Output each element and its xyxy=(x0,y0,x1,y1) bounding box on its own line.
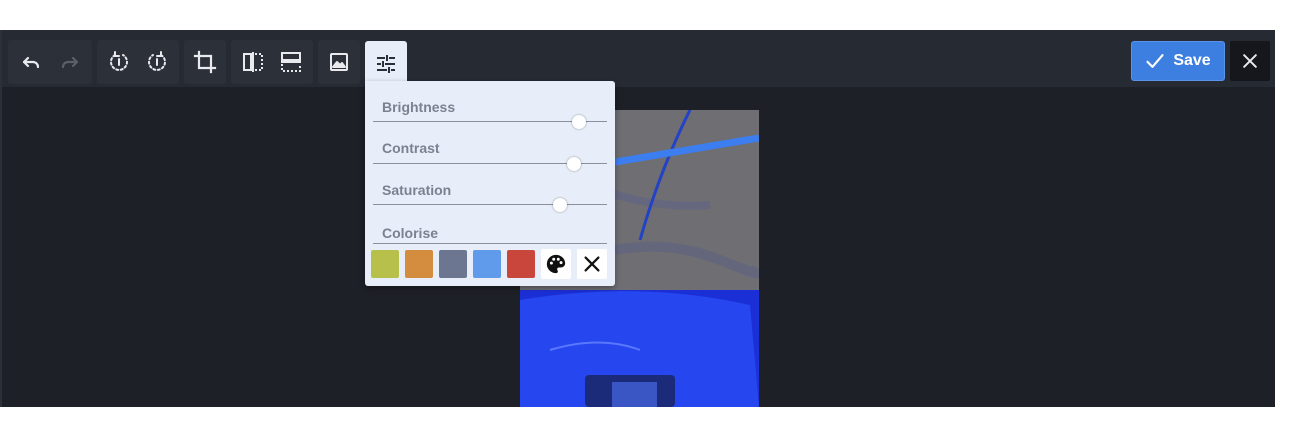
contrast-label: Contrast xyxy=(382,140,440,156)
colorise-swatches xyxy=(371,249,607,279)
flip-horizontal-icon[interactable] xyxy=(234,42,272,82)
crop-icon[interactable] xyxy=(185,42,225,82)
saturation-track xyxy=(373,204,607,205)
swatch-blue[interactable] xyxy=(473,250,501,278)
saturation-thumb[interactable] xyxy=(553,198,568,212)
colorise-label: Colorise xyxy=(382,225,439,241)
editor-toolbar: Save xyxy=(2,30,1275,87)
flip-group xyxy=(231,40,313,84)
close-button[interactable] xyxy=(1230,41,1270,81)
saturation-slider[interactable] xyxy=(373,198,607,212)
adjust-panel: Brightness Contrast Saturation Colorise xyxy=(365,81,615,286)
contrast-slider[interactable] xyxy=(373,157,607,171)
saturation-label: Saturation xyxy=(382,182,452,198)
undo-icon[interactable] xyxy=(11,42,50,82)
image-group xyxy=(318,40,360,84)
swatch-orange[interactable] xyxy=(405,250,433,278)
swatch-slate[interactable] xyxy=(439,250,467,278)
flip-vertical-icon[interactable] xyxy=(272,42,310,82)
brightness-slider[interactable] xyxy=(373,115,607,129)
rotate-left-icon[interactable] xyxy=(100,42,138,82)
brightness-label: Brightness xyxy=(382,99,456,115)
crop-group xyxy=(184,40,226,84)
rotate-right-icon[interactable] xyxy=(138,42,176,82)
redo-icon[interactable] xyxy=(50,42,89,82)
close-icon xyxy=(1243,54,1257,68)
palette-icon[interactable] xyxy=(541,249,571,279)
image-editor: Save Brightness Contrast Saturation Colo… xyxy=(0,30,1275,407)
swatch-red[interactable] xyxy=(507,250,535,278)
check-icon xyxy=(1146,54,1164,68)
history-group xyxy=(8,40,92,84)
save-button[interactable]: Save xyxy=(1131,41,1225,81)
image-icon[interactable] xyxy=(319,42,359,82)
clear-colorise-icon[interactable] xyxy=(577,249,607,279)
sliders-icon[interactable] xyxy=(365,40,407,87)
save-label: Save xyxy=(1173,52,1211,69)
colorise-divider xyxy=(373,243,607,244)
swatch-green[interactable] xyxy=(371,250,399,278)
contrast-thumb[interactable] xyxy=(567,157,582,171)
rotate-group xyxy=(97,40,179,84)
brightness-thumb[interactable] xyxy=(571,115,586,129)
adjust-group xyxy=(365,40,407,87)
